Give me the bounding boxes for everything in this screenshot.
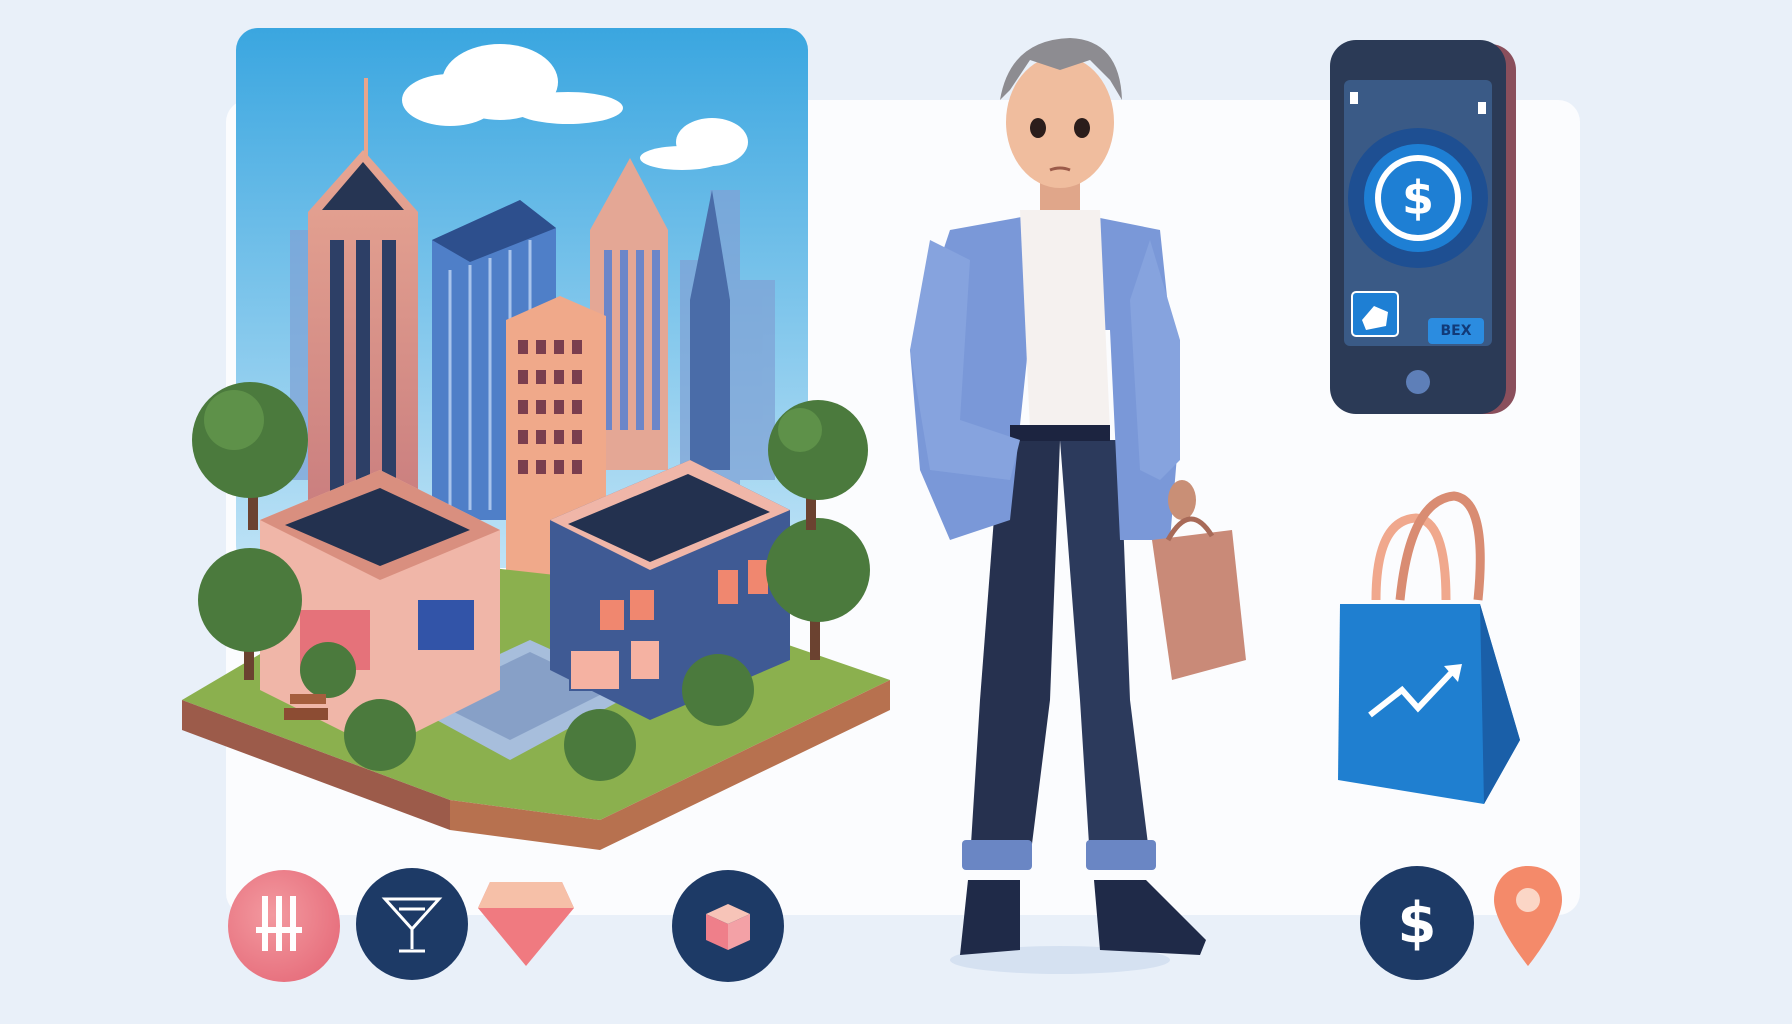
location-pin-icon [1490,862,1566,977]
dollar-badge-icon: $ [1360,866,1474,980]
gem-icon [476,874,576,975]
dollar-symbol: $ [1397,890,1437,956]
coin-symbol: $ [1401,171,1434,225]
cocktail-glass-icon [356,868,468,980]
box-icon [672,870,784,982]
pillars-badge-icon [228,870,340,982]
content-panel [226,100,1580,915]
phone-bex-button[interactable]: BEX [1428,318,1484,344]
